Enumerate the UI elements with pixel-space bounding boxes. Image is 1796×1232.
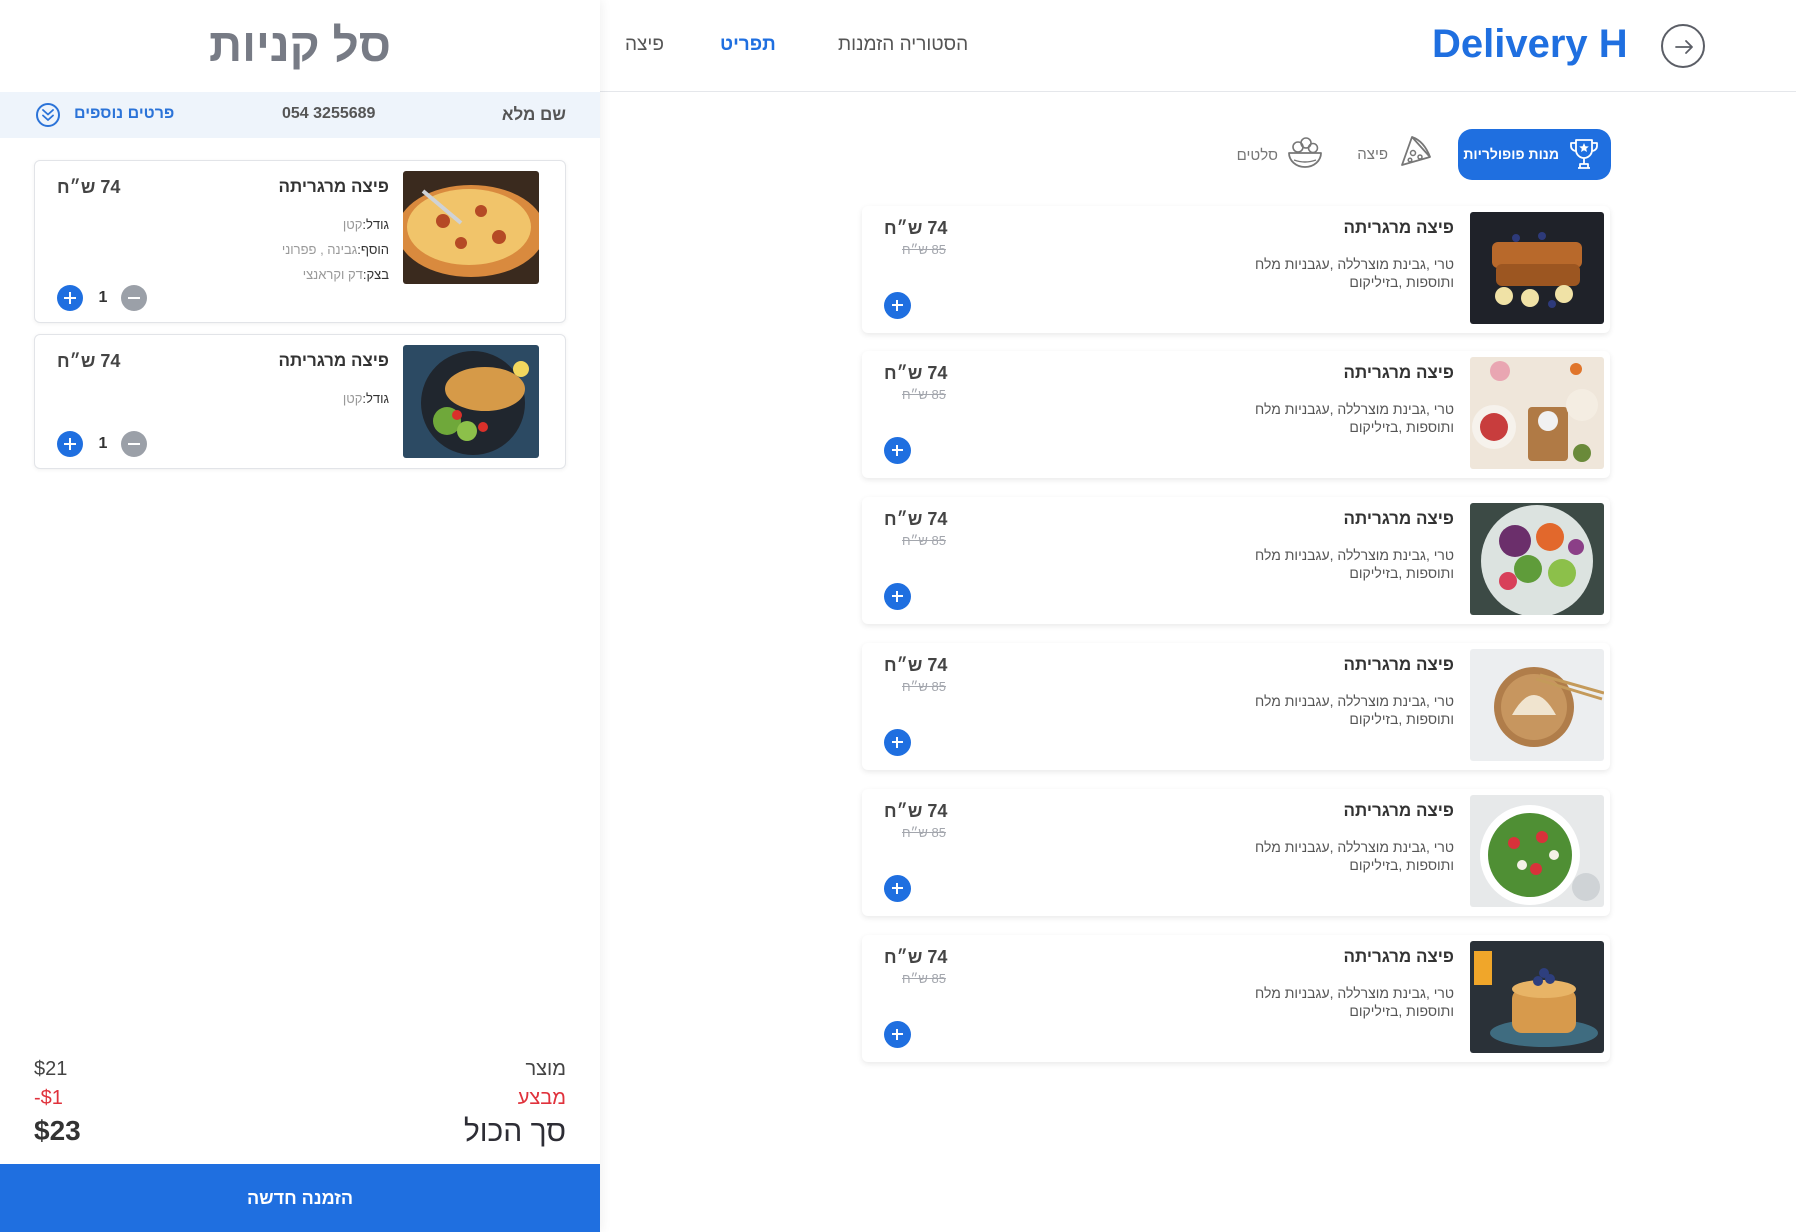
- menu-item-card[interactable]: פיצה מרגריתה טרי ,גבינת מוצרללה ,עגבניות…: [862, 497, 1610, 624]
- menu-item-title: פיצה מרגריתה: [1343, 363, 1454, 382]
- french-toast-photo: [1470, 212, 1604, 324]
- menu-item-price: 74 ש״ח: [884, 218, 948, 238]
- top-header: פיצה תפריט הסטוריה הזמנות Delivery H: [600, 0, 1796, 92]
- cart-item-price: 74 ש״ח: [57, 351, 121, 371]
- arrow-right-circle-icon[interactable]: [1661, 24, 1705, 68]
- category-tab-pizza[interactable]: פיצה: [1348, 133, 1434, 177]
- menu-item-card[interactable]: פיצה מרגריתה טרי ,גבינת מוצרללה ,עגבניות…: [862, 351, 1610, 478]
- category-tab-salads[interactable]: סלטים: [1228, 133, 1324, 177]
- subtotal-value: $21: [34, 1058, 68, 1080]
- menu-item-description: טרי ,גבינת מוצרללה ,עגבניות מלח ותוספות …: [1255, 985, 1454, 1019]
- menu-item-title: פיצה מרגריתה: [1343, 801, 1454, 820]
- green-salad-photo: [1470, 795, 1604, 907]
- new-order-button[interactable]: הזמנה חדשה: [0, 1164, 600, 1232]
- menu-item-title: פיצה מרגריתה: [1343, 655, 1454, 674]
- menu-item-old-price: 85 ש״ח: [902, 242, 946, 257]
- schnitzel-salad-photo: [403, 345, 539, 458]
- menu-item-description: טרי ,גבינת מוצרללה ,עגבניות מלח ותוספות …: [1255, 547, 1454, 581]
- customer-phone: 054 3255689: [282, 105, 376, 122]
- breakfast-table-photo: [1470, 357, 1604, 469]
- cart-item: פיצה מרגריתה 74 ש״ח גודל:קטן הוסף:גבינה …: [34, 160, 566, 323]
- menu-item-old-price: 85 ש״ח: [902, 825, 946, 840]
- menu-item-old-price: 85 ש״ח: [902, 679, 946, 694]
- category-tab-popular[interactable]: מנות פופולריות: [1458, 129, 1611, 180]
- minus-icon[interactable]: [121, 431, 147, 457]
- add-to-cart-plus-icon[interactable]: [884, 292, 911, 319]
- quantity-stepper: 1: [57, 285, 147, 313]
- trophy-icon: [1567, 137, 1601, 178]
- category-label: סלטים: [1236, 147, 1278, 164]
- menu-item-title: פיצה מרגריתה: [1343, 218, 1454, 237]
- menu-item-card[interactable]: פיצה מרגריתה טרי ,גבינת מוצרללה ,עגבניות…: [862, 935, 1610, 1062]
- menu-item-title: פיצה מרגריתה: [1343, 947, 1454, 966]
- cart-item-title: פיצה מרגריתה: [278, 177, 389, 196]
- cart-title: סל קניות: [209, 19, 391, 71]
- menu-item-old-price: 85 ש״ח: [902, 971, 946, 986]
- total-label: סך הכול: [463, 1115, 566, 1148]
- more-details-link[interactable]: פרטים נוספים: [74, 105, 174, 123]
- discount-label: מבצע: [517, 1087, 566, 1109]
- customer-name-label: שם מלא: [501, 105, 566, 124]
- menu-item-price: 74 ש״ח: [884, 509, 948, 529]
- brand-logo: Delivery H: [1432, 22, 1628, 66]
- vegetable-salad-photo: [1470, 503, 1604, 615]
- dumplings-photo: [1470, 649, 1604, 761]
- add-to-cart-plus-icon[interactable]: [884, 437, 911, 464]
- pancakes-photo: [1470, 941, 1604, 1053]
- salad-bowl-icon: [1286, 133, 1324, 176]
- add-to-cart-plus-icon[interactable]: [884, 875, 911, 902]
- menu-item-description: טרי ,גבינת מוצרללה ,עגבניות מלח ותוספות …: [1255, 401, 1454, 435]
- menu-item-old-price: 85 ש״ח: [902, 387, 946, 402]
- cart-item-size: גודל:קטן: [342, 391, 389, 406]
- cart-item-dough: בצק:דק וקראנצי: [302, 267, 389, 282]
- menu-item-title: פיצה מרגריתה: [1343, 509, 1454, 528]
- total-row: סך הכול $23: [34, 1115, 566, 1153]
- menu-item-description: טרי ,גבינת מוצרללה ,עגבניות מלח ותוספות …: [1255, 256, 1454, 290]
- cart-item: פיצה מרגריתה 74 ש״ח גודל:קטן 1: [34, 334, 566, 469]
- menu-item-price: 74 ש״ח: [884, 655, 948, 675]
- cart-item-extras: הוסף:גבינה , פפרוני: [281, 242, 389, 257]
- nav-order-history[interactable]: הסטוריה הזמנות: [838, 34, 968, 56]
- customer-info-bar: שם מלא 054 3255689 פרטים נוספים: [0, 92, 600, 138]
- add-to-cart-plus-icon[interactable]: [884, 1021, 911, 1048]
- menu-item-price: 74 ש״ח: [884, 947, 948, 967]
- discount-value: -$1: [34, 1087, 63, 1109]
- subtotal-row: מוצר $21: [34, 1058, 566, 1084]
- menu-item-old-price: 85 ש״ח: [902, 533, 946, 548]
- minus-icon[interactable]: [121, 285, 147, 311]
- shopping-cart-panel: סל קניות שם מלא 054 3255689 פרטים נוספים…: [0, 0, 600, 1232]
- category-label: מנות פופולריות: [1463, 146, 1559, 162]
- quantity-value: 1: [98, 289, 108, 306]
- menu-item-description: טרי ,גבינת מוצרללה ,עגבניות מלח ותוספות …: [1255, 839, 1454, 873]
- quantity-value: 1: [98, 435, 108, 452]
- cart-item-price: 74 ש״ח: [57, 177, 121, 197]
- pizza-slice-icon: [1398, 133, 1434, 174]
- add-to-cart-plus-icon[interactable]: [884, 729, 911, 756]
- menu-item-card[interactable]: פיצה מרגריתה טרי ,גבינת מוצרללה ,עגבניות…: [862, 206, 1610, 333]
- cart-item-size: גודל:קטן: [342, 217, 389, 232]
- quantity-stepper: 1: [57, 431, 147, 459]
- cart-item-title: פיצה מרגריתה: [278, 351, 389, 370]
- discount-row: מבצע -$1: [34, 1087, 566, 1113]
- plus-icon[interactable]: [57, 431, 83, 457]
- total-value: $23: [34, 1115, 81, 1146]
- menu-item-description: טרי ,גבינת מוצרללה ,עגבניות מלח ותוספות …: [1255, 693, 1454, 727]
- menu-item-card[interactable]: פיצה מרגריתה טרי ,גבינת מוצרללה ,עגבניות…: [862, 643, 1610, 770]
- nav-pizza[interactable]: פיצה: [625, 34, 664, 56]
- pizza-photo: [403, 171, 539, 284]
- menu-item-price: 74 ש״ח: [884, 363, 948, 383]
- menu-item-price: 74 ש״ח: [884, 801, 948, 821]
- subtotal-label: מוצר: [525, 1058, 566, 1080]
- chevron-double-down-icon[interactable]: [36, 103, 60, 127]
- category-label: פיצה: [1357, 146, 1388, 163]
- plus-icon[interactable]: [57, 285, 83, 311]
- menu-item-card[interactable]: פיצה מרגריתה טרי ,גבינת מוצרללה ,עגבניות…: [862, 789, 1610, 916]
- add-to-cart-plus-icon[interactable]: [884, 583, 911, 610]
- nav-menu[interactable]: תפריט: [720, 34, 776, 56]
